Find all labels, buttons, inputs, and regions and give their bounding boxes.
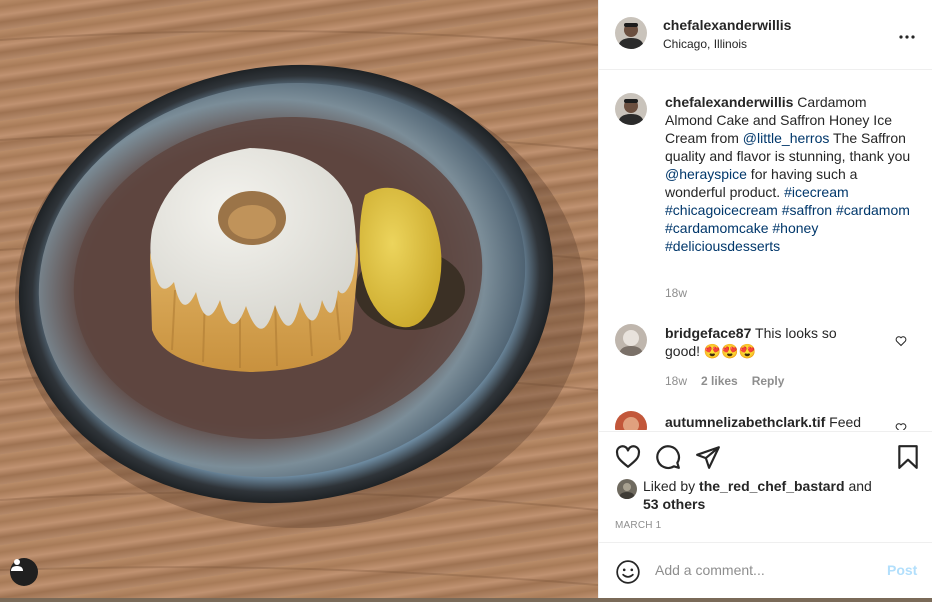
- reply-button[interactable]: Reply: [752, 374, 785, 388]
- more-options-icon[interactable]: [899, 24, 915, 42]
- hashtag-link[interactable]: #icecream: [784, 184, 849, 200]
- likes-others-link[interactable]: 53 others: [643, 496, 705, 512]
- mention-link[interactable]: @herayspice: [665, 166, 747, 182]
- post-actions: Liked by the_red_chef_bastard and 53 othe…: [599, 431, 932, 542]
- small-heart-icon[interactable]: [895, 334, 907, 347]
- post-header: chefalexanderwillis Chicago, Illinois: [599, 0, 932, 70]
- author-username[interactable]: chefalexanderwillis: [663, 17, 791, 33]
- comment: autumnelizabethclark.tif Feed: [665, 413, 895, 430]
- comment-author[interactable]: bridgeface87: [665, 325, 751, 341]
- caption-timestamp[interactable]: 18w: [665, 286, 687, 300]
- post-date[interactable]: MARCH 1: [615, 520, 661, 531]
- hashtag-link[interactable]: #saffron: [782, 202, 832, 218]
- likes-middle: and: [844, 478, 872, 494]
- comment-timestamp[interactable]: 18w: [665, 374, 687, 388]
- hashtag-link[interactable]: #cardamomcake: [665, 220, 769, 236]
- share-icon[interactable]: [695, 444, 721, 470]
- post-side-panel: chefalexanderwillis Chicago, Illinois ch…: [598, 0, 932, 598]
- caption-author-avatar[interactable]: [615, 93, 647, 125]
- like-icon[interactable]: [615, 444, 641, 470]
- comment-likes[interactable]: 2 likes: [701, 374, 738, 388]
- liker-avatar[interactable]: [617, 479, 637, 499]
- dessert-photo-art: [0, 30, 598, 586]
- likes-summary: Liked by the_red_chef_bastard and 53 othe…: [643, 477, 913, 513]
- comments-list[interactable]: chefalexanderwillis Cardamom Almond Cake…: [599, 71, 932, 430]
- hashtag-link[interactable]: #cardamom: [836, 202, 910, 218]
- emoji-icon[interactable]: [615, 559, 641, 585]
- liker-username[interactable]: the_red_chef_bastard: [699, 478, 845, 494]
- comment-text: Feed: [825, 414, 862, 430]
- comment-author[interactable]: autumnelizabethclark.tif: [665, 414, 825, 430]
- likes-prefix: Liked by: [643, 478, 700, 494]
- hashtag-link[interactable]: #chicagoicecream: [665, 202, 778, 218]
- save-icon[interactable]: [895, 444, 921, 470]
- commenter-avatar[interactable]: [615, 324, 647, 356]
- comment-icon[interactable]: [655, 444, 681, 470]
- author-avatar[interactable]: [615, 17, 647, 49]
- mention-link[interactable]: @little_herros: [743, 130, 830, 146]
- hashtag-link[interactable]: #deliciousdesserts: [665, 238, 780, 254]
- user-tag-icon[interactable]: [10, 558, 38, 586]
- hashtag-link[interactable]: #honey: [772, 220, 818, 236]
- comment: bridgeface87 This looks so good! 😍😍😍: [665, 324, 875, 360]
- post-caption: chefalexanderwillis Cardamom Almond Cake…: [665, 93, 915, 255]
- comment-meta: 18w 2 likes Reply: [665, 374, 784, 388]
- post-photo[interactable]: [0, 0, 598, 602]
- comment-input[interactable]: [655, 562, 875, 578]
- post-comment-button[interactable]: Post: [887, 562, 917, 578]
- bottom-photo-strip: [0, 598, 932, 602]
- comment-composer: Post: [599, 542, 932, 598]
- small-heart-icon[interactable]: [895, 421, 907, 430]
- post-location[interactable]: Chicago, Illinois: [663, 37, 747, 51]
- commenter-avatar[interactable]: [615, 411, 647, 430]
- caption-author[interactable]: chefalexanderwillis: [665, 94, 793, 110]
